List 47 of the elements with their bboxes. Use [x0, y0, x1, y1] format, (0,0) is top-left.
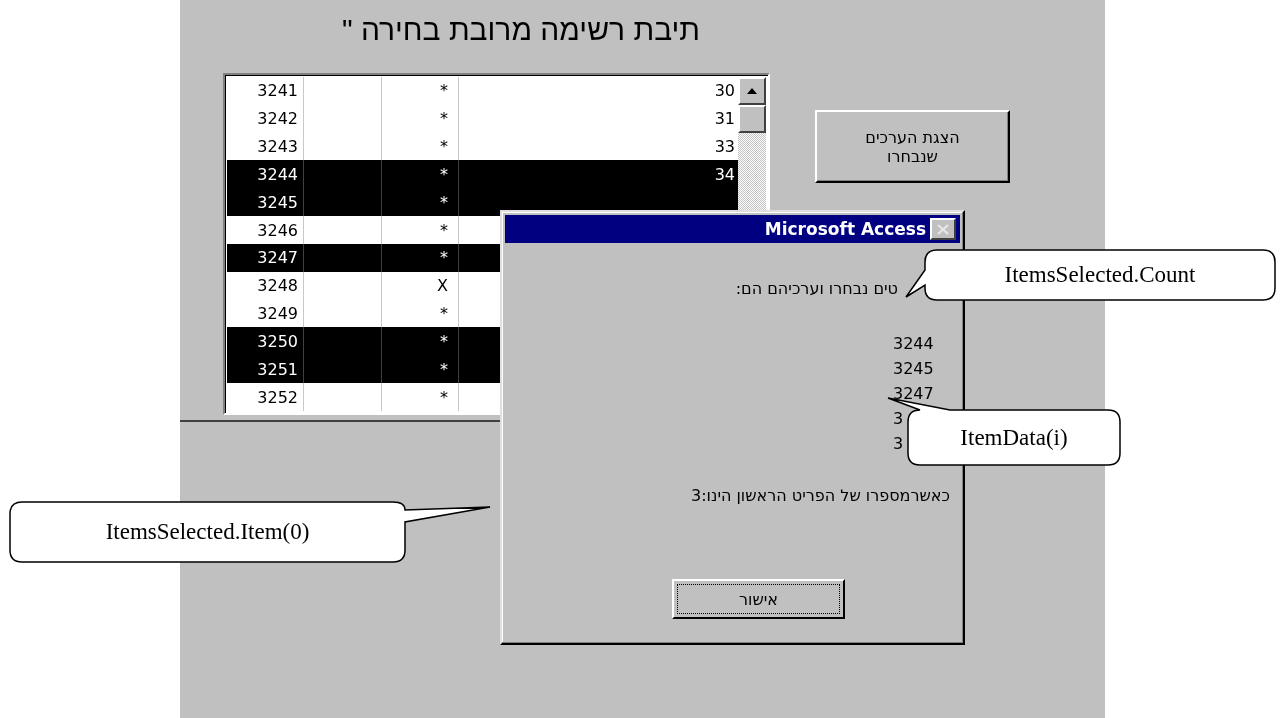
selected-value: 3: [893, 433, 904, 455]
list-cell: 33: [714, 137, 735, 157]
list-cell: *: [440, 387, 448, 407]
scrollbar-thumb[interactable]: [738, 105, 766, 133]
list-cell: 31: [714, 109, 735, 129]
list-cell: *: [440, 109, 448, 129]
list-cell: 3251: [257, 359, 298, 379]
list-cell: *: [440, 137, 448, 157]
list-cell: 34: [714, 164, 735, 184]
list-cell: X: [437, 276, 448, 296]
dialog-message: כאשרמספרו של הפריט הראשון הינו:3: [691, 486, 950, 505]
selected-value: 3244: [893, 333, 934, 355]
selected-value: 3: [893, 408, 904, 430]
list-cell: 3250: [257, 331, 298, 351]
list-cell: 3245: [257, 192, 298, 212]
list-cell: *: [440, 359, 448, 379]
list-cell: *: [440, 192, 448, 212]
list-row[interactable]: 3244 * 34: [227, 160, 738, 189]
callout-label: ItemsSelected.Count: [1004, 262, 1196, 288]
list-cell: 3243: [257, 137, 298, 157]
list-cell: 3241: [257, 81, 298, 101]
list-cell: 3242: [257, 109, 298, 129]
list-cell: *: [440, 304, 448, 324]
list-cell: 3244: [257, 164, 298, 184]
list-cell: 3249: [257, 304, 298, 324]
callout-label: ItemsSelected.Item(0): [105, 519, 310, 545]
close-button[interactable]: [930, 218, 956, 240]
show-selected-button[interactable]: הצגת הערכים שנבחרו: [815, 110, 1010, 183]
callout-label: ItemData(i): [960, 424, 1068, 451]
list-cell: 3247: [257, 248, 298, 268]
list-row[interactable]: 3245 *: [227, 188, 738, 217]
scroll-up-button[interactable]: [738, 77, 766, 105]
list-cell: *: [440, 164, 448, 184]
list-cell: 3248: [257, 276, 298, 296]
list-cell: *: [440, 220, 448, 240]
up-arrow-icon: [747, 88, 757, 94]
list-cell: 3252: [257, 387, 298, 407]
list-cell: 30: [714, 81, 735, 101]
close-icon: [937, 223, 949, 235]
selected-value: 3247: [893, 383, 934, 405]
form-title: תיבת רשימה מרובת בחירה ": [340, 12, 700, 48]
ok-button[interactable]: אישור: [672, 579, 845, 619]
list-cell: 3246: [257, 220, 298, 240]
list-cell: *: [440, 248, 448, 268]
selected-value: 3245: [893, 358, 934, 380]
list-cell: *: [440, 331, 448, 351]
list-cell: *: [440, 81, 448, 101]
